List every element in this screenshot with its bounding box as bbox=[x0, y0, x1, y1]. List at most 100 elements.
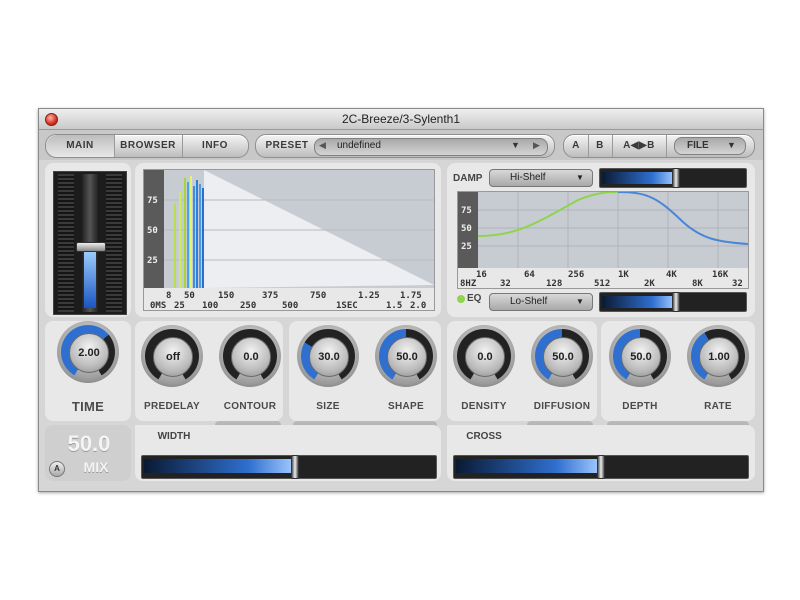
ab-swap-button[interactable]: A◀▶B bbox=[612, 135, 667, 157]
eq-slider-thumb[interactable] bbox=[672, 292, 680, 312]
shape-label: SHAPE bbox=[388, 401, 424, 412]
reflection-bar bbox=[190, 176, 192, 288]
reflection-bar bbox=[179, 192, 181, 288]
width-slider[interactable] bbox=[141, 455, 437, 479]
size-knob-value: 30.0 bbox=[309, 337, 349, 377]
width-label: WIDTH bbox=[135, 425, 213, 449]
eq-type-select[interactable]: Lo-Shelf ▼ bbox=[489, 293, 593, 311]
shape-knob[interactable]: 50.0 bbox=[375, 325, 437, 387]
preset-a-button[interactable]: A bbox=[564, 135, 589, 157]
eq-top-tick: 1K bbox=[618, 270, 629, 280]
decay-top-tick: 1.25 bbox=[358, 291, 380, 301]
damp-type-select[interactable]: Hi-Shelf ▼ bbox=[489, 169, 593, 187]
eq-bottom-tick: 128 bbox=[546, 279, 562, 288]
preset-dropdown-icon[interactable]: ▼ bbox=[511, 140, 520, 150]
preset-selector[interactable]: ◀ undefined ▼ ▶ bbox=[314, 138, 548, 156]
close-button[interactable] bbox=[45, 113, 58, 126]
mix-value[interactable]: 50.0 bbox=[59, 431, 119, 457]
damp-slider-fill bbox=[602, 172, 674, 184]
eq-bottom-tick: 2K bbox=[644, 279, 655, 288]
tab-browser[interactable]: BROWSER bbox=[114, 135, 183, 157]
eq-dropdown-icon: ▼ bbox=[576, 297, 584, 306]
reflection-bar bbox=[199, 184, 201, 288]
density-knob[interactable]: 0.0 bbox=[453, 325, 515, 387]
preset-b-button[interactable]: B bbox=[588, 135, 613, 157]
window-title: 2C-Breeze/3-Sylenth1 bbox=[341, 112, 461, 126]
cross-slider-thumb[interactable] bbox=[597, 455, 605, 479]
rate-knob-value: 1.00 bbox=[699, 337, 739, 377]
shape-knob-value: 50.0 bbox=[387, 337, 427, 377]
decay-bottom-tick: 25 bbox=[174, 301, 185, 310]
damp-slider[interactable] bbox=[599, 168, 747, 188]
diffusion-label: DIFFUSION bbox=[533, 401, 591, 412]
size-knob[interactable]: 30.0 bbox=[297, 325, 359, 387]
eq-enable-led[interactable] bbox=[457, 295, 465, 303]
decay-top-tick: 750 bbox=[310, 291, 326, 301]
eq-type-value: Lo-Shelf bbox=[510, 296, 548, 307]
time-knob[interactable]: 2.00 bbox=[57, 321, 119, 383]
plugin-window: 2C-Breeze/3-Sylenth1 MAIN BROWSER INFO P… bbox=[38, 108, 764, 492]
tab-info-label: INFO bbox=[202, 140, 228, 151]
eq-slider-fill bbox=[602, 296, 674, 308]
width-slider-thumb[interactable] bbox=[291, 455, 299, 479]
decay-bottom-tick: 1SEC bbox=[336, 301, 358, 310]
predelay-label: PREDELAY bbox=[144, 401, 200, 412]
output-fader-handle[interactable] bbox=[76, 242, 106, 252]
file-dropdown-icon: ▼ bbox=[727, 140, 736, 150]
preset-label: PRESET bbox=[265, 140, 309, 151]
decay-graph-svg: 75 50 25 8 50 150 375 750 1.25 1.75 0MS … bbox=[144, 170, 434, 311]
size-label: SIZE bbox=[316, 401, 340, 412]
density-label: DENSITY bbox=[461, 401, 507, 412]
tab-main[interactable]: MAIN bbox=[46, 135, 115, 157]
decay-bottom-tick: 1.5 bbox=[386, 301, 402, 310]
diffusion-knob-value: 50.0 bbox=[543, 337, 583, 377]
contour-knob[interactable]: 0.0 bbox=[219, 325, 281, 387]
depth-knob[interactable]: 50.0 bbox=[609, 325, 671, 387]
damp-label: DAMP bbox=[453, 173, 483, 184]
eq-bottom-tick: 32 bbox=[500, 279, 511, 288]
prev-preset-icon[interactable]: ◀ bbox=[319, 140, 326, 151]
cross-slider[interactable] bbox=[453, 455, 749, 479]
rate-knob[interactable]: 1.00 bbox=[687, 325, 749, 387]
meter-left-channel bbox=[58, 174, 74, 312]
decay-y-tick: 75 bbox=[147, 196, 158, 206]
time-label: TIME bbox=[71, 399, 105, 414]
mix-label: MIX bbox=[83, 459, 109, 475]
preset-name: undefined bbox=[337, 140, 381, 151]
damp-type-value: Hi-Shelf bbox=[510, 172, 546, 183]
density-knob-value: 0.0 bbox=[465, 337, 505, 377]
damp-slider-thumb[interactable] bbox=[672, 168, 680, 188]
predelay-knob-value: off bbox=[153, 337, 193, 377]
nav-tabs: MAIN BROWSER INFO bbox=[45, 134, 249, 158]
eq-y-tick: 75 bbox=[461, 206, 472, 216]
decay-bottom-tick: 2.0 bbox=[410, 301, 426, 310]
eq-slider[interactable] bbox=[599, 292, 747, 312]
next-preset-icon[interactable]: ▶ bbox=[533, 140, 540, 151]
reflection-bar bbox=[196, 180, 198, 288]
eq-graph: 75 50 25 16 64 256 1K 4K 16K 8HZ 32 128 … bbox=[457, 191, 749, 289]
meter-right-channel bbox=[106, 174, 122, 312]
decay-y-tick: 25 bbox=[147, 256, 158, 266]
eq-top-tick: 4K bbox=[666, 270, 677, 280]
eq-plot-area bbox=[458, 192, 748, 268]
tab-info[interactable]: INFO bbox=[182, 135, 248, 157]
eq-label: EQ bbox=[467, 293, 482, 304]
decay-bottom-tick: 250 bbox=[240, 301, 256, 310]
reflection-bar bbox=[202, 188, 204, 288]
tab-browser-label: BROWSER bbox=[120, 140, 176, 151]
ab-file-bar: A B A◀▶B FILE ▼ bbox=[563, 134, 755, 158]
toolbar: MAIN BROWSER INFO PRESET ◀ undefined ▼ ▶… bbox=[39, 130, 763, 160]
predelay-knob[interactable]: off bbox=[141, 325, 203, 387]
eq-y-tick: 50 bbox=[461, 224, 472, 234]
eq-y-tick: 25 bbox=[461, 242, 472, 252]
mix-lock-button[interactable]: A bbox=[49, 461, 65, 477]
reflection-bar bbox=[184, 178, 186, 288]
title-bar: 2C-Breeze/3-Sylenth1 bbox=[39, 109, 763, 130]
decay-bottom-tick: 500 bbox=[282, 301, 298, 310]
decay-y-tick: 50 bbox=[147, 226, 158, 236]
diffusion-knob[interactable]: 50.0 bbox=[531, 325, 593, 387]
file-menu-button[interactable]: FILE ▼ bbox=[674, 137, 746, 155]
eq-top-tick: 256 bbox=[568, 270, 584, 280]
decay-bottom-tick: 0MS bbox=[150, 301, 166, 310]
tab-main-label: MAIN bbox=[66, 140, 94, 151]
